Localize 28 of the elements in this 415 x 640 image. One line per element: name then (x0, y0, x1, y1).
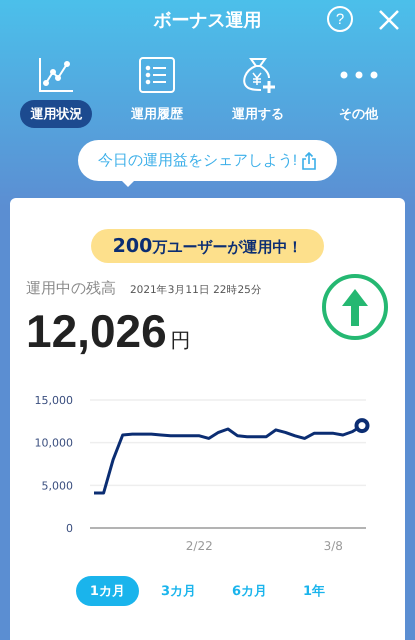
x-axis-label: 2/22 (186, 539, 213, 553)
latest-point-marker (354, 418, 370, 434)
y-axis-label: 5,000 (42, 479, 73, 492)
y-axis-label: 15,000 (34, 394, 73, 407)
line-chart-icon (37, 56, 76, 94)
nav-tab[interactable]: 運用履歴 (121, 100, 194, 128)
y-axis-label: 0 (66, 522, 73, 535)
nav-tab[interactable]: 運用する (222, 100, 294, 128)
period-tab[interactable]: 1カ月 (76, 576, 139, 606)
page-title: ボーナス運用 (154, 9, 262, 32)
nav-tab[interactable]: 運用状況 (20, 100, 92, 128)
more-icon (340, 71, 378, 79)
balance-label: 運用中の残高 (26, 279, 116, 298)
x-axis-label: 3/8 (324, 539, 343, 553)
share-text: 今日の運用益をシェアしよう! (98, 151, 298, 170)
period-tab[interactable]: 6カ月 (218, 576, 282, 606)
currency-unit: 円 (170, 327, 191, 354)
help-button[interactable]: ? (327, 6, 353, 32)
share-icon (301, 152, 318, 170)
list-icon (138, 56, 176, 94)
period-tab[interactable]: 1年 (289, 576, 340, 606)
close-icon[interactable] (377, 8, 401, 32)
nav-tab[interactable]: その他 (329, 100, 388, 128)
y-axis-label: 10,000 (34, 436, 73, 450)
timestamp: 2021年3月11日 22時25分 (130, 283, 262, 297)
users-badge: 200万ユーザーが運用中！ (90, 229, 324, 263)
balance-amount: 12,026 (26, 304, 167, 358)
period-tab[interactable]: 3カ月 (146, 576, 210, 606)
